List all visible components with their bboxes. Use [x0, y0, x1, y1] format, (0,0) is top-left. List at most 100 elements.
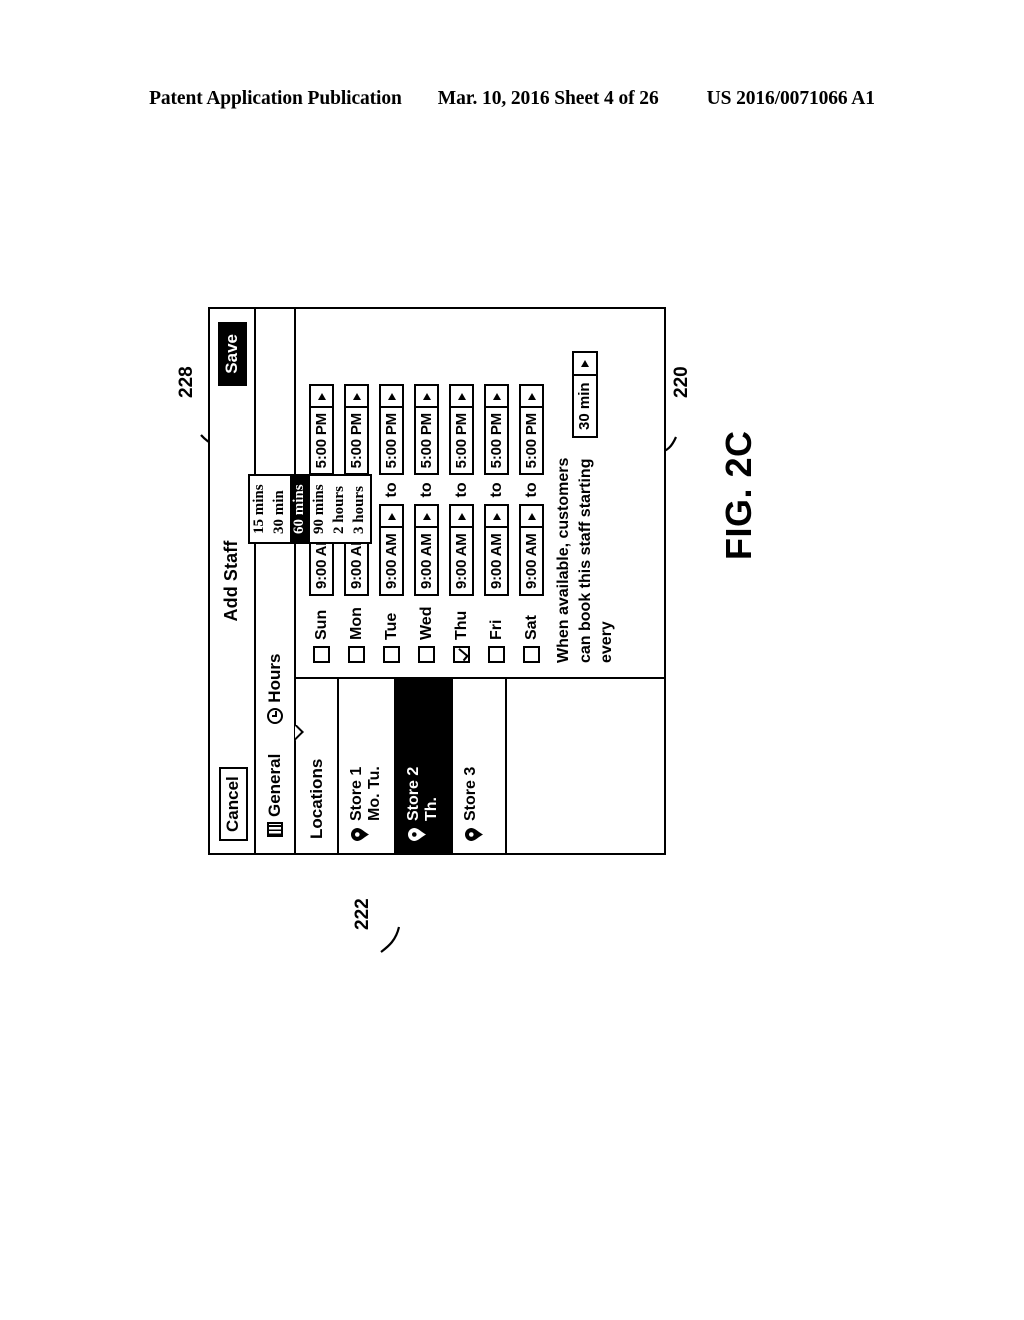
window-titlebar: Cancel Add Staff Save	[210, 309, 256, 853]
day-checkbox-fri[interactable]	[488, 646, 505, 663]
chevron-down-icon	[451, 506, 472, 529]
booking-interval-value: 30 min	[576, 382, 594, 430]
day-checkbox-sun[interactable]	[313, 646, 330, 663]
end-time-select-tue[interactable]: 5:00 PM	[379, 384, 404, 476]
end-time-value: 5:00 PM	[383, 413, 400, 469]
chevron-down-icon	[381, 506, 402, 529]
tab-hours-label: Hours	[265, 653, 284, 703]
dropdown-option-30-min[interactable]: 30 min	[270, 476, 290, 542]
end-time-select-wed[interactable]: 5:00 PM	[414, 384, 439, 476]
chevron-down-icon	[416, 506, 437, 529]
day-checkbox-mon[interactable]	[348, 646, 365, 663]
map-pin-icon	[464, 828, 483, 841]
booking-interval-select[interactable]: 30 min	[572, 351, 599, 438]
end-time-value: 5:00 PM	[488, 413, 505, 469]
booking-interval-dropdown-list[interactable]: 15 mins 30 min 60 mins 90 mins 2 hours 3…	[248, 474, 372, 544]
day-row-wed: Wed 9:00 AM to 5:00 PM	[413, 309, 440, 663]
end-time-value: 5:00 PM	[523, 413, 540, 469]
chevron-down-icon	[486, 506, 507, 529]
start-time-select-sat[interactable]: 9:00 AM	[519, 504, 544, 596]
window-body: Locations Store 1 Mo. Tu. Store 2 Th. St…	[296, 309, 666, 853]
location-item-store-1[interactable]: Store 1 Mo. Tu.	[339, 679, 396, 853]
end-time-value: 5:00 PM	[313, 413, 330, 469]
end-time-select-fri[interactable]: 5:00 PM	[484, 384, 509, 476]
figure-stage: Cancel Add Staff Save General Hours Loca…	[208, 307, 668, 945]
end-time-value: 5:00 PM	[418, 413, 435, 469]
day-label-wed: Wed	[417, 606, 435, 640]
start-time-select-wed[interactable]: 9:00 AM	[414, 504, 439, 596]
booking-interval-block: When available, customers can book this …	[553, 309, 618, 663]
dropdown-option-2-hours[interactable]: 2 hours	[330, 476, 350, 542]
start-time-value: 9:00 AM	[523, 533, 540, 589]
chevron-down-icon	[574, 353, 597, 377]
day-checkbox-sat[interactable]	[523, 646, 540, 663]
dropdown-option-3-hours[interactable]: 3 hours	[350, 476, 370, 542]
start-time-value: 9:00 AM	[488, 533, 505, 589]
start-time-value: 9:00 AM	[383, 533, 400, 589]
location-item-store-3[interactable]: Store 3	[452, 679, 507, 853]
locations-header: Locations	[296, 679, 339, 853]
day-checkbox-thu[interactable]	[453, 646, 470, 663]
booking-interval-text: When available, customers can book this …	[555, 457, 616, 663]
location-item-store-2[interactable]: Store 2 Th.	[395, 679, 453, 853]
save-button[interactable]: Save	[218, 322, 247, 386]
patent-publication-label: Patent Application Publication	[149, 88, 402, 109]
chevron-down-icon	[416, 386, 437, 409]
day-row-fri: Fri 9:00 AM to 5:00 PM	[483, 309, 510, 663]
chevron-down-icon	[346, 386, 367, 409]
chevron-down-icon	[381, 386, 402, 409]
day-row-thu: Thu 9:00 AM to 5:00 PM	[448, 309, 475, 663]
dropdown-option-15-mins[interactable]: 15 mins	[250, 476, 270, 542]
tab-general-label: General	[265, 753, 284, 817]
chevron-down-icon	[521, 386, 542, 409]
figure-label: FIG. 2C	[718, 430, 759, 560]
location-subtitle: Th.	[422, 797, 440, 821]
start-time-select-fri[interactable]: 9:00 AM	[484, 504, 509, 596]
rotated-ui-wrapper: Cancel Add Staff Save General Hours Loca…	[208, 305, 668, 855]
to-separator: to	[417, 482, 435, 498]
patent-header: Patent Application Publication Mar. 10, …	[0, 88, 1024, 114]
end-time-select-sun[interactable]: 5:00 PM	[309, 384, 334, 476]
end-time-select-mon[interactable]: 5:00 PM	[344, 384, 369, 476]
chevron-down-icon	[521, 506, 542, 529]
reference-numeral-228: 228	[176, 366, 197, 398]
tab-general[interactable]: General	[265, 754, 285, 837]
map-pin-icon	[351, 828, 369, 841]
add-staff-window: Cancel Add Staff Save General Hours Loca…	[208, 307, 666, 855]
location-subtitle: Mo. Tu.	[365, 766, 383, 821]
active-tab-pointer	[295, 725, 306, 741]
end-time-select-thu[interactable]: 5:00 PM	[449, 384, 474, 476]
location-name: Store 2	[404, 766, 422, 821]
day-checkbox-tue[interactable]	[383, 646, 400, 663]
to-separator: to	[452, 482, 470, 498]
start-time-value: 9:00 AM	[418, 533, 435, 589]
map-pin-icon	[407, 828, 426, 841]
end-time-value: 5:00 PM	[348, 413, 365, 469]
day-label-thu: Thu	[452, 610, 470, 640]
location-name: Store 1	[348, 766, 365, 821]
day-label-mon: Mon	[347, 607, 365, 640]
list-icon	[267, 822, 283, 837]
patent-number-label: US 2016/0071066 A1	[706, 88, 875, 109]
to-separator: to	[522, 482, 540, 498]
window-title: Add Staff	[221, 540, 241, 622]
dropdown-option-90-mins[interactable]: 90 mins	[310, 476, 330, 542]
dropdown-option-60-mins[interactable]: 60 mins	[290, 476, 310, 542]
tab-hours[interactable]: Hours	[265, 654, 285, 724]
patent-date-sheet-label: Mar. 10, 2016 Sheet 4 of 26	[437, 88, 659, 109]
start-time-select-tue[interactable]: 9:00 AM	[379, 504, 404, 596]
day-label-sun: Sun	[312, 609, 330, 640]
start-time-select-thu[interactable]: 9:00 AM	[449, 504, 474, 596]
start-time-value: 9:00 AM	[453, 533, 470, 589]
day-label-fri: Fri	[487, 619, 505, 640]
location-name: Store 3	[461, 766, 479, 821]
end-time-select-sat[interactable]: 5:00 PM	[519, 384, 544, 476]
end-time-value: 5:00 PM	[453, 413, 470, 469]
clock-icon	[267, 707, 283, 724]
day-checkbox-wed[interactable]	[418, 646, 435, 663]
chevron-down-icon	[451, 386, 472, 409]
day-row-sat: Sat 9:00 AM to 5:00 PM	[518, 309, 545, 663]
chevron-down-icon	[486, 386, 507, 409]
to-separator: to	[382, 482, 400, 498]
reference-numeral-220: 220	[671, 366, 692, 398]
